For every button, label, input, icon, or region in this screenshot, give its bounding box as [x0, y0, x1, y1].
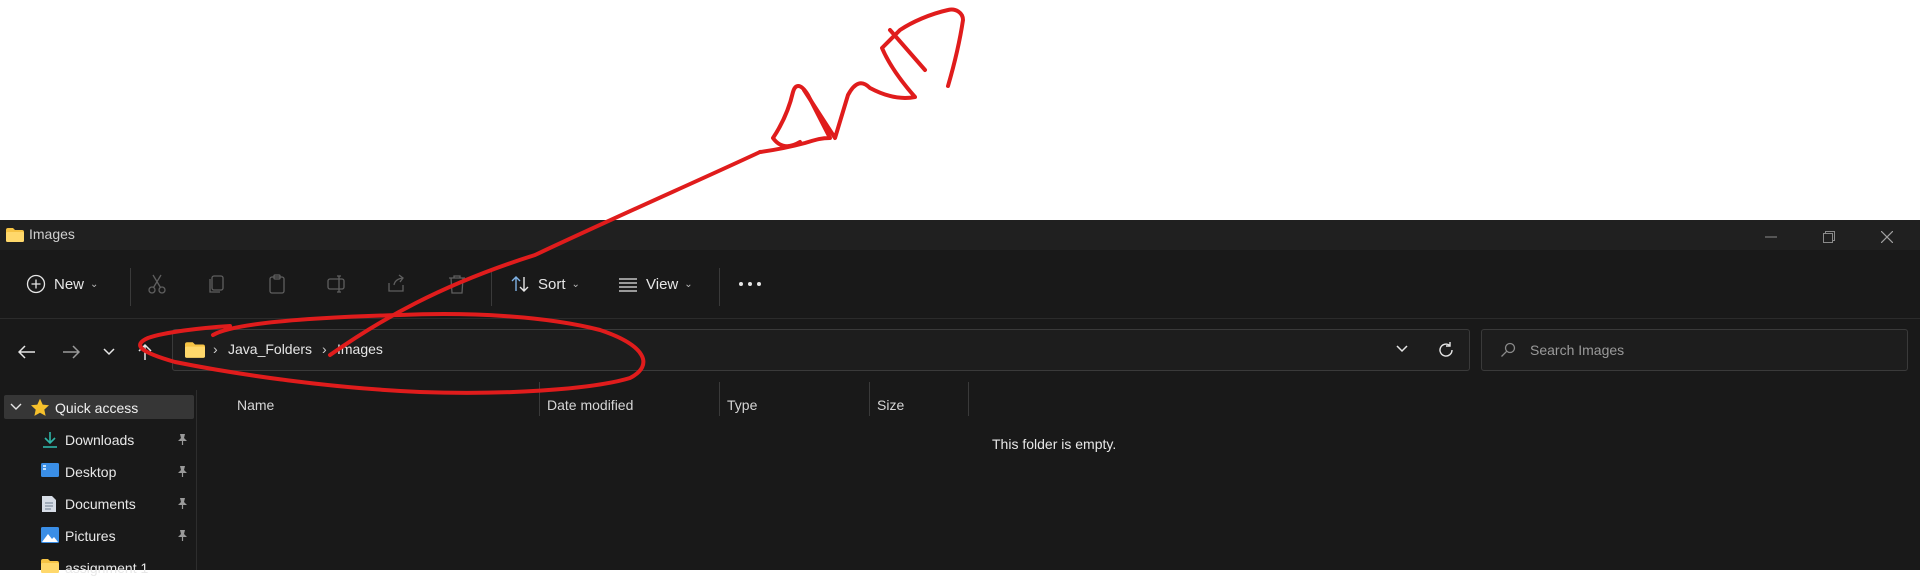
column-label: Name — [237, 397, 275, 413]
search-placeholder: Search Images — [1530, 342, 1625, 358]
column-header-date-modified[interactable]: Date modified — [540, 390, 720, 420]
toolbar-divider — [491, 268, 492, 306]
toolbar-separator — [0, 318, 1920, 319]
empty-folder-message: This folder is empty. — [992, 436, 1117, 452]
pin-icon[interactable] — [176, 433, 188, 445]
pin-icon[interactable] — [176, 529, 188, 541]
breadcrumb-java-folders[interactable]: Java_Folders — [228, 341, 312, 357]
restore-button[interactable] — [1800, 220, 1858, 258]
toolbar-divider — [719, 268, 720, 306]
chevron-down-icon: ⌄ — [571, 278, 580, 290]
breadcrumb-images[interactable]: Images — [337, 341, 383, 357]
copy-icon[interactable] — [206, 273, 228, 295]
refresh-icon[interactable] — [1437, 341, 1455, 359]
column-header-size[interactable]: Size — [870, 390, 968, 420]
arrow-right-icon — [63, 345, 80, 359]
new-button[interactable]: New ⌄ — [26, 268, 98, 300]
star-icon — [31, 398, 49, 416]
column-label: Size — [877, 397, 905, 413]
search-box[interactable]: Search Images — [1481, 329, 1908, 371]
sidebar-item-documents[interactable]: Documents — [0, 491, 196, 517]
toolbar-divider — [130, 268, 131, 306]
address-bar[interactable]: › Java_Folders › Images — [172, 329, 1470, 371]
sort-icon — [511, 276, 529, 292]
chevron-down-icon[interactable] — [10, 402, 22, 412]
share-icon[interactable] — [386, 273, 408, 295]
plus-circle-icon — [26, 274, 46, 294]
arrow-up-icon — [138, 343, 152, 360]
see-more-button[interactable] — [738, 268, 770, 300]
command-bar: New ⌄ Sort ⌄ View ⌄ — [0, 260, 1920, 306]
sidebar-item-assignment-1[interactable]: assignment 1 — [0, 555, 196, 581]
sidebar-item-label: Desktop — [65, 464, 117, 480]
address-dropdown-icon[interactable] — [1395, 342, 1409, 356]
more-icon — [739, 282, 761, 286]
column-divider[interactable] — [968, 382, 969, 416]
column-label: Date modified — [547, 397, 634, 413]
sidebar-item-downloads[interactable]: Downloads — [0, 427, 196, 453]
chevron-right-icon: › — [213, 341, 218, 357]
pin-icon[interactable] — [176, 465, 188, 477]
pictures-icon — [41, 527, 59, 543]
chevron-down-icon: ⌄ — [90, 278, 99, 290]
sidebar-item-label: Pictures — [65, 528, 116, 544]
background-area — [0, 0, 1920, 220]
pane-divider[interactable] — [196, 390, 197, 570]
sidebar-item-label: Downloads — [65, 432, 135, 448]
recent-locations-button[interactable] — [94, 337, 124, 367]
folder-icon — [41, 559, 59, 573]
restore-icon — [1823, 231, 1835, 243]
sidebar-item-label: Quick access — [55, 400, 139, 416]
download-icon — [43, 432, 57, 448]
view-button[interactable]: View ⌄ — [618, 268, 693, 300]
window-title: Images — [29, 226, 75, 242]
back-button[interactable] — [12, 337, 42, 367]
pin-icon[interactable] — [176, 497, 188, 509]
up-button[interactable] — [130, 337, 160, 367]
column-header-type[interactable]: Type — [720, 390, 869, 420]
view-list-icon — [619, 278, 637, 292]
minimize-icon — [1765, 236, 1777, 238]
title-bar: Images — [0, 220, 1920, 250]
chevron-down-icon — [103, 348, 115, 356]
forward-button[interactable] — [56, 337, 86, 367]
view-label: View — [646, 275, 679, 293]
desktop-icon — [41, 463, 59, 477]
new-label: New — [54, 275, 85, 293]
paste-icon[interactable] — [266, 273, 288, 295]
column-label: Type — [727, 397, 758, 413]
chevron-down-icon: ⌄ — [684, 278, 693, 290]
folder-icon — [185, 342, 205, 358]
close-button[interactable] — [1858, 220, 1916, 258]
sort-label: Sort — [538, 275, 566, 293]
sidebar-item-pictures[interactable]: Pictures — [0, 523, 196, 549]
rename-icon[interactable] — [326, 273, 348, 295]
sidebar-item-label: assignment 1 — [65, 560, 149, 576]
delete-icon[interactable] — [446, 273, 468, 295]
arrow-left-icon — [18, 345, 35, 359]
search-icon — [1501, 342, 1516, 357]
sidebar-item-desktop[interactable]: Desktop — [0, 459, 196, 485]
document-icon — [42, 496, 56, 512]
file-explorer-window: Images New ⌄ Sort ⌄ View ⌄ › Java_Folder… — [0, 220, 1920, 576]
cut-icon[interactable] — [146, 273, 168, 295]
column-header-name[interactable]: Name — [230, 390, 540, 420]
folder-icon — [6, 228, 24, 242]
close-icon — [1880, 230, 1894, 244]
minimize-button[interactable] — [1742, 220, 1800, 258]
chevron-right-icon: › — [322, 341, 327, 357]
sort-button[interactable]: Sort ⌄ — [510, 268, 580, 300]
sidebar-item-label: Documents — [65, 496, 136, 512]
